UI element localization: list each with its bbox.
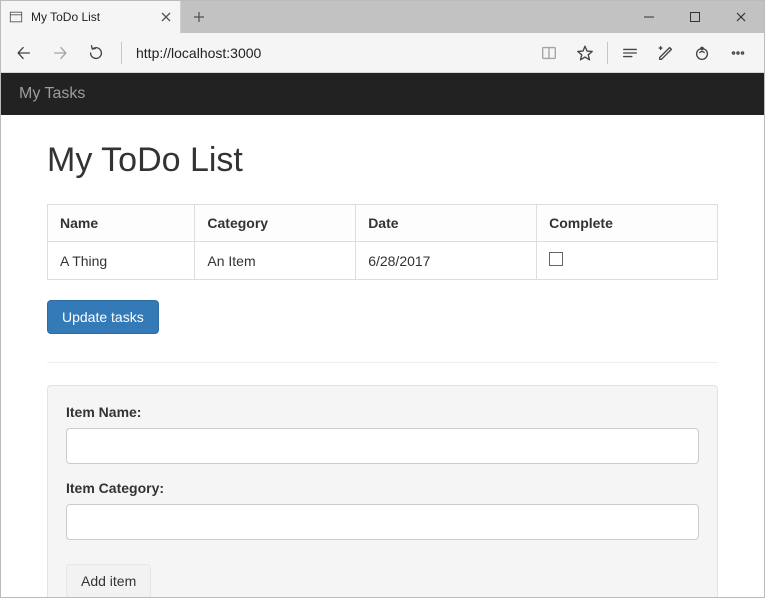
- app-navbar: My Tasks: [1, 73, 764, 115]
- share-icon: [693, 44, 711, 62]
- refresh-button[interactable]: [81, 38, 111, 68]
- cell-category: An Item: [195, 242, 356, 280]
- navbar-brand[interactable]: My Tasks: [19, 85, 85, 102]
- page-container: My ToDo List Name Category Date Complete…: [1, 115, 764, 597]
- cell-date: 6/28/2017: [356, 242, 537, 280]
- item-name-label: Item Name:: [66, 404, 699, 420]
- back-arrow-icon: [15, 44, 33, 62]
- cell-name: A Thing: [48, 242, 195, 280]
- maximize-icon: [689, 11, 701, 23]
- minimize-button[interactable]: [626, 1, 672, 33]
- col-name: Name: [48, 205, 195, 242]
- table-row: A Thing An Item 6/28/2017: [48, 242, 718, 280]
- plus-icon: [192, 10, 206, 24]
- tab-title: My ToDo List: [31, 10, 152, 24]
- add-item-form: Item Name: Item Category: Add item: [47, 385, 718, 597]
- separator: [607, 42, 608, 64]
- forward-arrow-icon: [51, 44, 69, 62]
- back-button[interactable]: [9, 38, 39, 68]
- address-bar[interactable]: [132, 39, 525, 67]
- hub-icon: [621, 44, 639, 62]
- close-button[interactable]: [718, 1, 764, 33]
- new-tab-button[interactable]: [181, 1, 217, 33]
- refresh-icon: [87, 44, 105, 62]
- complete-checkbox[interactable]: [549, 252, 563, 266]
- browser-window: My ToDo List My Task: [0, 0, 765, 598]
- close-icon: [735, 11, 747, 23]
- browser-toolbar: [1, 33, 764, 73]
- star-icon: [576, 44, 594, 62]
- maximize-button[interactable]: [672, 1, 718, 33]
- reading-view-button[interactable]: [531, 38, 567, 68]
- update-tasks-button[interactable]: Update tasks: [47, 300, 159, 334]
- more-icon: [729, 44, 747, 62]
- favorites-button[interactable]: [567, 38, 603, 68]
- share-button[interactable]: [684, 38, 720, 68]
- separator: [121, 42, 122, 64]
- item-category-label: Item Category:: [66, 480, 699, 496]
- item-name-input[interactable]: [66, 428, 699, 464]
- book-icon: [540, 44, 558, 62]
- cell-complete: [537, 242, 718, 280]
- hub-button[interactable]: [612, 38, 648, 68]
- minimize-icon: [643, 11, 655, 23]
- more-button[interactable]: [720, 38, 756, 68]
- titlebar: My ToDo List: [1, 1, 764, 33]
- item-category-input[interactable]: [66, 504, 699, 540]
- col-category: Category: [195, 205, 356, 242]
- forward-button[interactable]: [45, 38, 75, 68]
- col-complete: Complete: [537, 205, 718, 242]
- table-header-row: Name Category Date Complete: [48, 205, 718, 242]
- divider: [47, 362, 718, 363]
- close-tab-icon[interactable]: [160, 11, 172, 23]
- add-item-button[interactable]: Add item: [66, 564, 151, 597]
- tasks-table: Name Category Date Complete A Thing An I…: [47, 204, 718, 280]
- page-viewport: My Tasks My ToDo List Name Category Date…: [1, 73, 764, 597]
- col-date: Date: [356, 205, 537, 242]
- window-controls: [626, 1, 764, 33]
- browser-tab[interactable]: My ToDo List: [1, 1, 181, 33]
- page-icon: [9, 10, 23, 24]
- page-title: My ToDo List: [47, 141, 718, 180]
- note-icon: [657, 44, 675, 62]
- web-note-button[interactable]: [648, 38, 684, 68]
